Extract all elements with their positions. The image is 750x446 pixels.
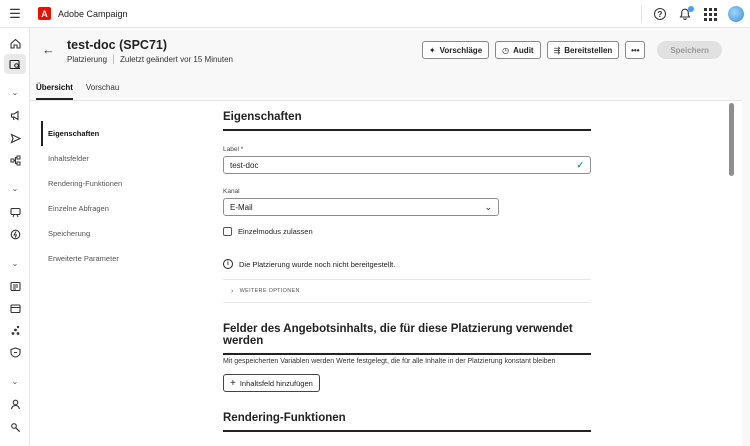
nav-item-content-fields[interactable]: Inhaltsfelder: [41, 146, 201, 171]
nav-item-rendering[interactable]: Rendering-Funktionen: [41, 171, 201, 196]
info-row: i Die Platzierung wurde noch nicht berei…: [223, 259, 395, 269]
apps-grid-icon[interactable]: [703, 7, 717, 21]
chevron-down-icon: ⌄: [484, 201, 492, 212]
deliveries-icon[interactable]: [4, 128, 26, 148]
audiences-icon[interactable]: [4, 320, 26, 340]
reports-icon[interactable]: [4, 276, 26, 296]
profile-icon[interactable]: [4, 394, 26, 414]
sparkle-icon: ✦: [428, 45, 436, 55]
explorer-icon[interactable]: [4, 54, 26, 74]
info-icon: i: [223, 259, 233, 269]
deploy-icon: ⇶: [553, 45, 561, 55]
properties-title: Eigenschaften: [223, 111, 302, 123]
left-rail: ⌄ ⌄ ⌄ ⌄: [0, 28, 30, 446]
home-icon[interactable]: [4, 33, 26, 53]
label-input[interactable]: test-doc ✓: [223, 156, 591, 174]
badge-icon[interactable]: [4, 342, 26, 362]
adobe-logo: A: [38, 7, 51, 20]
divider: [113, 55, 115, 64]
content-fields-title: Felder des Angebotsinhalts, die für dies…: [223, 323, 573, 347]
avatar[interactable]: [728, 6, 744, 22]
back-arrow-icon[interactable]: ←: [42, 42, 55, 57]
content-icon[interactable]: [4, 298, 26, 318]
save-button[interactable]: Speichern: [657, 41, 722, 59]
menu-icon[interactable]: ☰: [0, 0, 30, 28]
nav-item-storage[interactable]: Speicherung: [41, 221, 201, 246]
content-panel: Eigenschaften Inhaltsfelder Rendering-Fu…: [30, 100, 742, 446]
nav-item-advanced[interactable]: Erweiterte Parameter: [41, 246, 201, 271]
last-modified: Zuletzt geändert vor 15 Minuten: [120, 55, 233, 64]
app-title[interactable]: Adobe Campaign: [58, 9, 128, 19]
object-type: Platzierung: [67, 55, 108, 64]
more-options-toggle[interactable]: › WEITERE OPTIONEN: [223, 279, 591, 303]
notification-dot: [688, 6, 694, 12]
chevron-down-icon[interactable]: ⌄: [4, 253, 26, 273]
single-mode-row: Einzelmodus zulassen: [223, 227, 313, 236]
audit-button[interactable]: ◷ Audit: [495, 41, 541, 59]
more-actions-button[interactable]: •••: [625, 41, 646, 59]
top-bar: ☰ A Adobe Campaign ?: [0, 0, 750, 28]
settings-icon[interactable]: [4, 417, 26, 437]
suggestions-button[interactable]: ✦ Vorschläge: [421, 41, 490, 59]
decisioning-icon[interactable]: [4, 202, 26, 222]
channel-field-label: Kanal: [223, 188, 240, 195]
checkmark-icon: ✓: [576, 159, 584, 170]
section-nav: Eigenschaften Inhaltsfelder Rendering-Fu…: [41, 121, 201, 271]
workflows-icon[interactable]: [4, 150, 26, 170]
chevron-right-icon: ›: [231, 287, 234, 295]
subtitle-row: Platzierung Zuletzt geändert vor 15 Minu…: [67, 55, 233, 64]
channel-select[interactable]: E-Mail ⌄: [223, 198, 499, 216]
scrollbar-thumb[interactable]: [729, 103, 734, 176]
help-icon[interactable]: ?: [653, 7, 667, 21]
scrollbar[interactable]: [729, 103, 735, 446]
nav-item-single-queries[interactable]: Einzelne Abfragen: [41, 196, 201, 221]
offers-icon[interactable]: [4, 224, 26, 244]
action-bar: ✦ Vorschläge ◷ Audit ⇶ Bereitstellen •••…: [421, 41, 722, 59]
section-rule: [223, 353, 591, 355]
chevron-down-icon[interactable]: ⌄: [4, 371, 26, 391]
section-rule: [223, 430, 591, 432]
tab-preview[interactable]: Vorschau: [86, 83, 119, 100]
page-title: test-doc (SPC71): [67, 38, 168, 52]
add-content-field-button[interactable]: + Inhaltsfeld hinzufügen: [223, 374, 320, 392]
label-field-label: Label *: [223, 146, 244, 153]
campaigns-icon[interactable]: [4, 105, 26, 125]
deploy-button[interactable]: ⇶ Bereitstellen: [546, 41, 620, 59]
nav-item-properties[interactable]: Eigenschaften: [41, 121, 201, 146]
content-fields-description: Mit gespeicherten Variablen werden Werte…: [223, 358, 556, 365]
tab-overview[interactable]: Übersicht: [36, 83, 73, 100]
history-icon: ◷: [502, 45, 510, 55]
chevron-down-icon[interactable]: ⌄: [4, 178, 26, 198]
rendering-title: Rendering-Funktionen: [223, 412, 346, 424]
single-mode-checkbox[interactable]: [223, 227, 232, 236]
divider: [641, 5, 642, 23]
bell-icon[interactable]: [678, 6, 694, 21]
chevron-down-icon[interactable]: ⌄: [4, 82, 26, 102]
section-rule: [223, 129, 591, 131]
plus-icon: +: [230, 377, 236, 389]
tab-bar: Übersicht Vorschau: [36, 83, 119, 100]
